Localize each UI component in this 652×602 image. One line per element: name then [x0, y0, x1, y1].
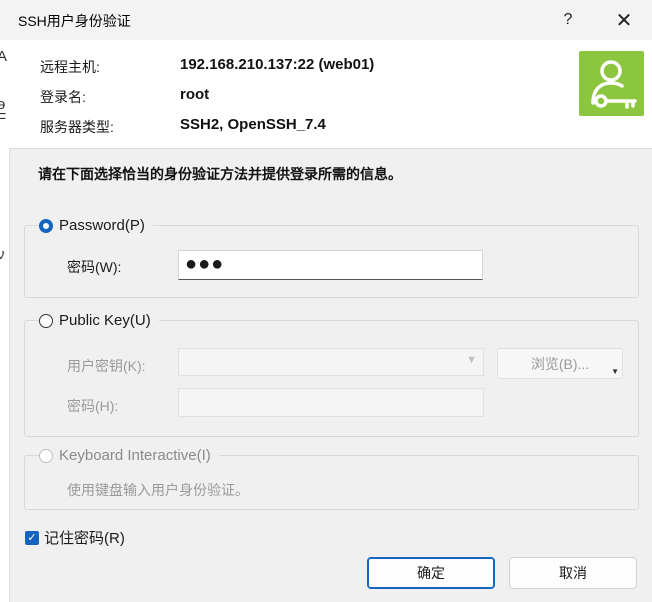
connection-info-panel: 远程主机: 192.168.210.137:22 (web01) 登录名: ro… — [9, 40, 652, 149]
chevron-down-icon: ▼ — [466, 354, 477, 366]
password-radio-option[interactable]: Password(P) — [39, 217, 153, 234]
background-glyph: F — [0, 110, 7, 127]
public-key-radio-option[interactable]: Public Key(U) — [39, 312, 159, 329]
server-type-label: 服务器类型: — [40, 119, 114, 135]
keyboard-interactive-description: 使用键盘输入用户身份验证。 — [67, 482, 249, 498]
dropdown-arrow-icon: ▼ — [611, 367, 619, 376]
passphrase-field[interactable] — [178, 388, 484, 417]
cancel-button[interactable]: 取消 — [509, 557, 637, 589]
remember-password-checkbox[interactable]: ✓ — [25, 530, 39, 545]
browse-button[interactable]: 浏览(B)... ▼ — [497, 348, 623, 379]
password-radio[interactable] — [39, 218, 53, 233]
help-button[interactable]: ? — [546, 4, 590, 36]
user-key-label: 用户密钥(K): — [67, 358, 146, 374]
remote-host-label: 远程主机: — [40, 59, 100, 75]
user-key-select[interactable]: ▼ — [178, 348, 484, 376]
remember-password-option[interactable]: ✓ 记住密码(R) — [25, 527, 125, 548]
public-key-radio[interactable] — [39, 313, 53, 328]
title-bar: SSH用户身份验证 ? ✕ — [0, 0, 652, 40]
remember-password-label: 记住密码(R) — [44, 530, 125, 547]
close-button[interactable]: ✕ — [602, 4, 646, 36]
server-type-value: SSH2, OpenSSH_7.4 — [180, 116, 326, 133]
window-title: SSH用户身份验证 — [18, 13, 131, 29]
login-name-value: root — [180, 86, 210, 103]
background-glyph: A — [0, 48, 8, 65]
password-field-label: 密码(W): — [67, 259, 122, 275]
background-glyph: ν — [0, 246, 5, 263]
browse-button-label: 浏览(B)... — [530, 355, 590, 372]
remote-host-value: 192.168.210.137:22 (web01) — [180, 56, 375, 73]
instruction-text: 请在下面选择恰当的身份验证方法并提供登录所需的信息。 — [38, 166, 402, 182]
keyboard-interactive-radio-label: Keyboard Interactive(I) — [59, 447, 211, 464]
login-name-label: 登录名: — [40, 89, 86, 105]
passphrase-label: 密码(H): — [67, 398, 119, 414]
user-key-icon — [579, 51, 644, 116]
keyboard-interactive-radio-option[interactable]: Keyboard Interactive(I) — [39, 447, 219, 464]
keyboard-interactive-radio[interactable] — [39, 448, 53, 463]
password-radio-label: Password(P) — [59, 217, 145, 234]
ok-button[interactable]: 确定 — [367, 557, 495, 589]
password-field[interactable]: ●●● — [178, 250, 483, 280]
public-key-radio-label: Public Key(U) — [59, 312, 151, 329]
